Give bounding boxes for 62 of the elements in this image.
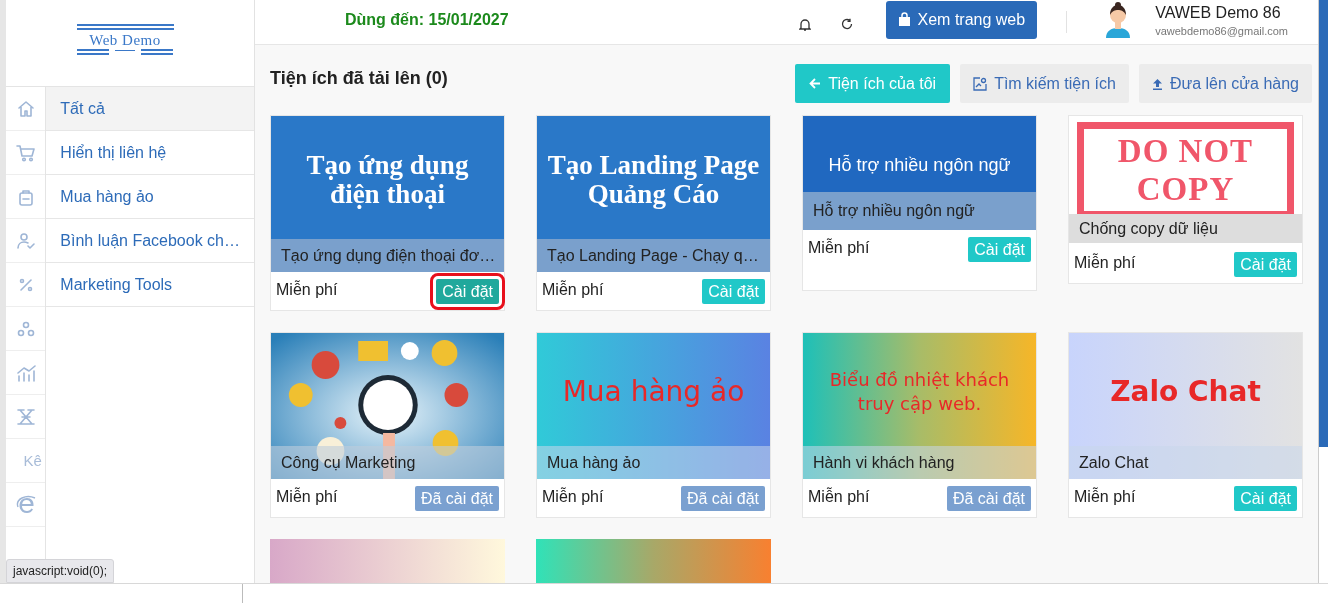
upload-icon [1151,77,1163,90]
card-caption: Chống copy dữ liệu [1069,214,1302,243]
price-label: Miễn phí [542,488,604,506]
install-button[interactable]: Cài đặt [968,237,1031,262]
user-name: VAWEB Demo 86 [1155,2,1282,23]
status-tooltip: javascript:void(0); [6,559,115,583]
install-button[interactable]: Đã cài đặt [680,486,765,511]
banner-title: Hỗ trợ nhiều ngôn ngữ [828,154,1011,176]
menu-item[interactable]: Marketing Tools [46,263,254,307]
arrow-left-icon [809,78,822,89]
crossing-icon[interactable] [15,407,36,426]
card-caption: Zalo Chat [1069,446,1302,479]
install-button[interactable]: Đã cài đặt [414,486,499,511]
bell-icon[interactable] [798,17,811,31]
chart-icon[interactable] [15,363,36,382]
page-title: Tiện ích đã tải lên (0) [270,68,448,89]
card-caption: Mua hàng ảo [537,446,770,479]
price-label: Miễn phí [276,488,338,506]
install-button[interactable]: Đã cài đặt [946,486,1031,511]
rail-label[interactable]: Kê [23,452,42,469]
card-caption: Tạo Landing Page - Chạy q… [537,239,770,272]
stamp-text: DO NOT COPY [1116,132,1255,208]
price-label: Miễn phí [1074,254,1136,272]
bag-icon [897,12,911,27]
home-icon[interactable] [16,99,35,118]
cart-icon[interactable] [15,143,36,162]
view-site-button[interactable]: Xem trang web [885,0,1038,39]
card-caption: Hành vi khách hàng [803,446,1036,479]
logo[interactable]: Web Demo [76,24,174,55]
banner-title: Mua hàng ảo [562,375,745,408]
price-label: Miễn phí [808,488,870,506]
user-email: vawebdemo86@gmail.com [1155,23,1288,39]
banner-title: Tạo ứng dụng điện thoại [305,150,470,209]
card-caption: Tạo ứng dụng điện thoại đơ… [271,239,504,272]
action-button[interactable]: Tìm kiếm tiện ích [960,64,1129,103]
percent-icon[interactable] [17,276,34,293]
install-button[interactable]: Cài đặt [1234,486,1297,511]
refresh-icon[interactable] [840,18,853,30]
menu-item[interactable]: Tất cả [46,87,254,131]
menu-item[interactable]: Bình luận Facebook ch… [46,219,254,263]
menu-item[interactable]: Hiển thị liên hệ [46,131,254,175]
banner-title: Biểu đồ nhiệt khách truy cập web. [828,367,1011,416]
nodes-icon[interactable] [16,320,35,337]
install-button[interactable]: Cài đặt [702,279,765,304]
browser-e-icon[interactable] [15,494,36,515]
price-label: Miễn phí [542,281,604,299]
expiry-date: Dùng đến: 15/01/2027 [345,10,509,29]
scrollbar[interactable] [1318,0,1328,583]
price-label: Miễn phí [276,281,338,299]
banner-title: Zalo Chat [1110,375,1261,408]
image-search-icon [973,76,988,91]
action-button[interactable]: Tiện ích của tôi [795,64,951,103]
bag-icon[interactable] [17,187,34,206]
banner-title: Tạo Landing Page Quảng Cáo [546,150,761,209]
user-check-icon[interactable] [15,231,36,250]
price-label: Miễn phí [1074,488,1136,506]
card-caption: Công cụ Marketing [271,446,504,479]
price-label: Miễn phí [808,239,870,257]
action-button[interactable]: Đưa lên cửa hàng [1138,64,1312,103]
menu-item[interactable]: Mua hàng ảo [46,175,254,219]
card-caption: Hỗ trợ nhiều ngôn ngữ [803,192,1036,230]
install-button[interactable]: Cài đặt [1234,252,1297,277]
